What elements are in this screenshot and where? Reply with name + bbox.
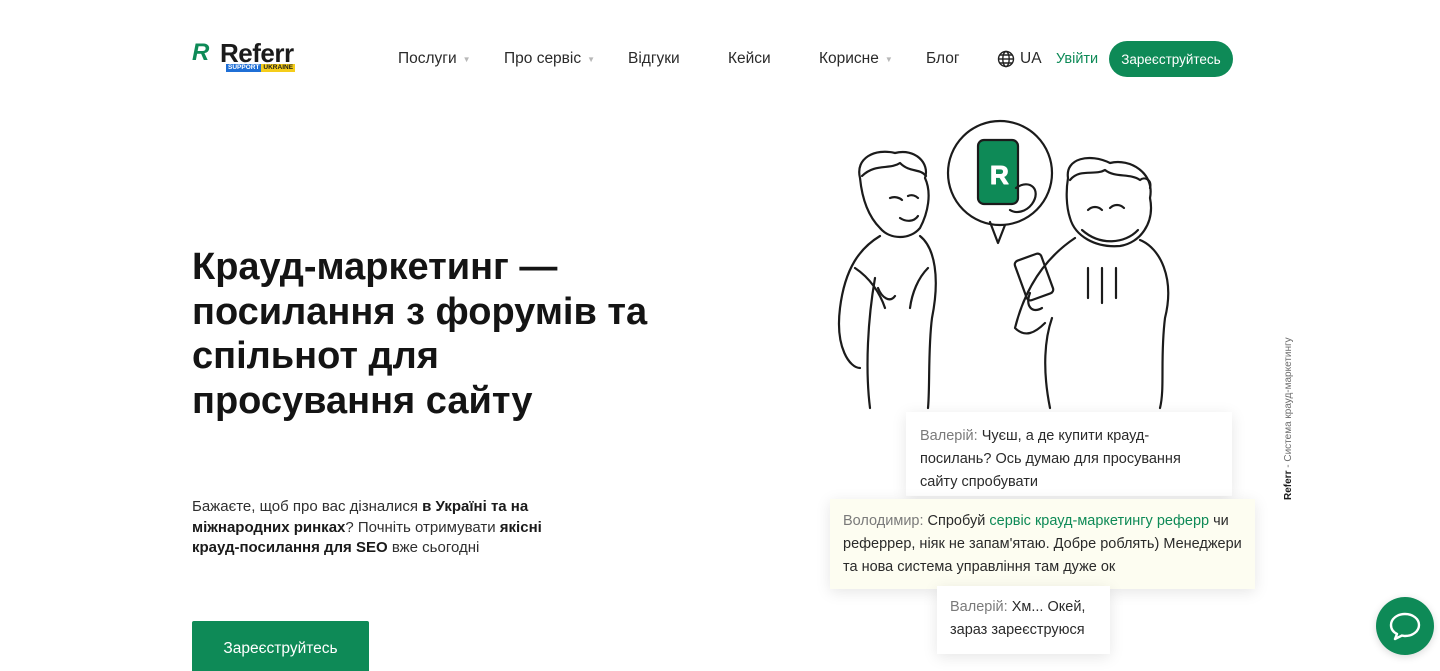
caret-down-icon: ▼ [587,54,596,64]
nav-item-blog[interactable]: Блог [926,48,960,70]
two-people-illustration: R [837,119,1170,410]
nav-item-label: Корисне [819,50,879,67]
hero-title: Крауд-маркетинг — посилання з форумів та… [192,246,648,422]
chat-message-3: Валерій: Хм... Окей, зараз зареєструюся [937,586,1110,654]
hero-desc-text: вже сьогодні [387,539,480,556]
hero-desc-text: ? Почніть отримувати [345,518,500,536]
login-link[interactable]: Увійти [1056,48,1098,70]
hero-desc-text: Бажаєте, щоб про вас дізналися [192,498,423,515]
svg-text:R: R [990,160,1009,190]
logo-text: Referr [220,38,294,68]
logo-mark-icon: R [192,39,210,66]
side-brand: Referr [1283,470,1294,500]
chat-message-1: Валерій: Чуєш, а де купити крауд-посилан… [906,412,1232,496]
logo-support-label: SUPPORT [226,64,262,72]
side-caption: Referr - Система крауд-маркетингу [1283,337,1294,500]
nav-item-about[interactable]: Про сервіс ▼ [504,48,595,70]
logo[interactable]: R Referr SUPPORT UKRAINE [192,40,310,74]
side-text: - Система крауд-маркетингу [1283,337,1294,471]
nav-item-cases[interactable]: Кейси [728,48,771,70]
logo-support-ukraine: SUPPORT UKRAINE [226,64,296,72]
chat-text: Спробуй [927,513,990,529]
nav-item-label: Про сервіс [504,50,582,67]
signup-button[interactable]: Зареєструйтесь [1109,41,1233,77]
referr-service-link[interactable]: сервіс крауд-маркетингу реферр [989,513,1209,529]
caret-down-icon: ▼ [884,54,893,64]
nav-item-label: Відгуки [628,50,680,67]
nav-item-reviews[interactable]: Відгуки [628,48,680,70]
nav-item-services[interactable]: Послуги ▼ [398,48,471,70]
chat-author: Валерій: [950,599,1008,615]
logo-ukraine-label: UKRAINE [261,64,296,72]
chat-author: Валерій: [920,428,978,444]
chat-author: Володимир: [843,513,924,529]
language-selector[interactable]: UA [997,48,1042,70]
chat-widget-button[interactable] [1376,597,1434,655]
caret-down-icon: ▼ [462,54,471,64]
nav-item-label: Кейси [728,50,771,67]
globe-icon [997,50,1015,68]
nav-item-label: Блог [926,50,960,67]
chat-bubble-icon [1389,612,1421,641]
hero-description: Бажаєте, щоб про вас дізналися в Україні… [192,497,572,559]
nav-item-useful[interactable]: Корисне ▼ [819,48,893,70]
chat-message-2: Володимир: Спробуй сервіс крауд-маркетин… [830,499,1255,589]
nav-item-label: Послуги [398,50,457,67]
hero-signup-button[interactable]: Зареєструйтесь [192,621,369,671]
language-label: UA [1020,50,1042,67]
